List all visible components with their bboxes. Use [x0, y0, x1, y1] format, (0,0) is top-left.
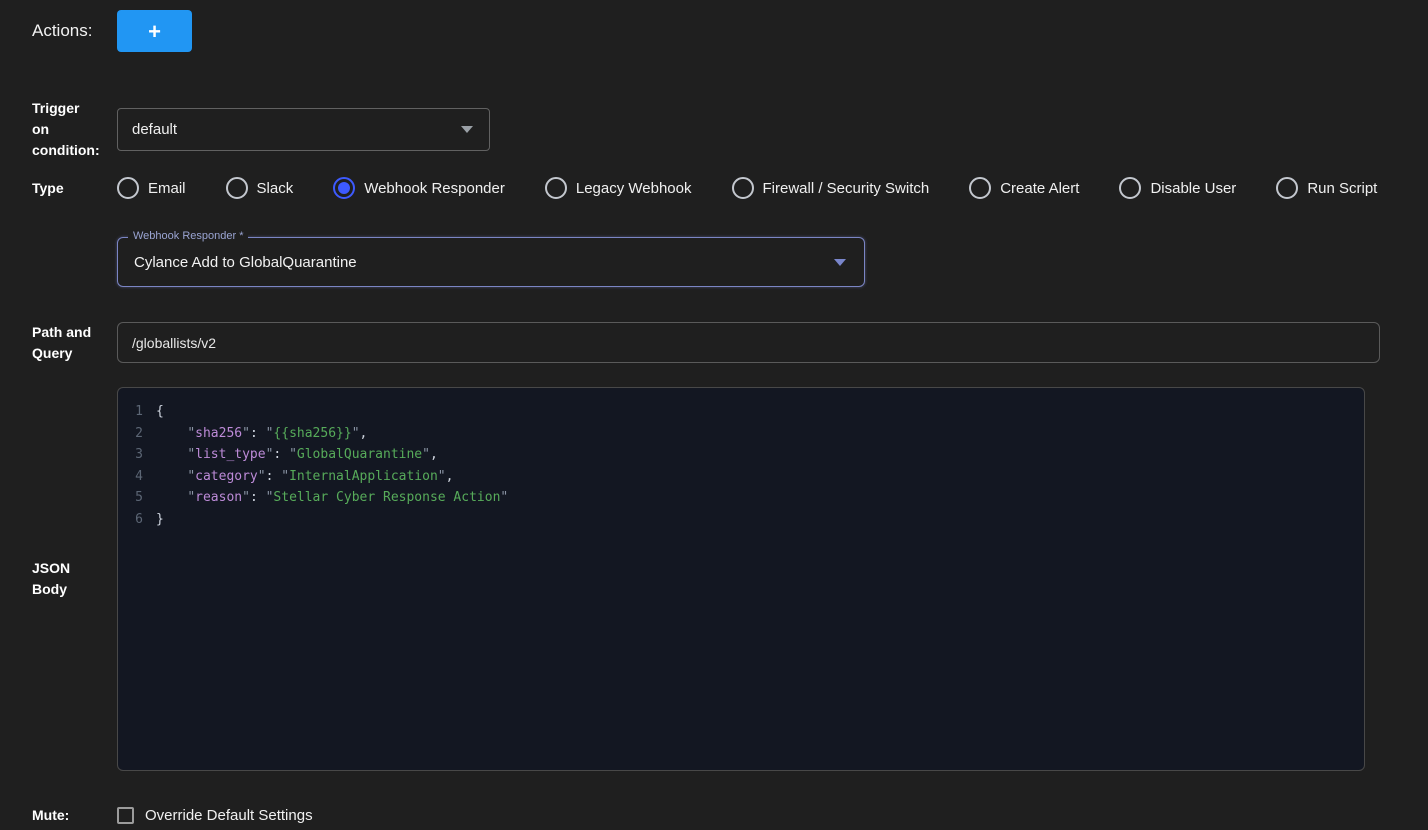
- radio-unselected-icon[interactable]: [117, 177, 139, 199]
- type-option-firewall-security-switch[interactable]: Firewall / Security Switch: [732, 177, 930, 199]
- webhook-responder-select-label: Webhook Responder *: [128, 230, 248, 242]
- chevron-down-icon: [834, 259, 846, 266]
- type-option-label: Create Alert: [1000, 180, 1079, 197]
- webhook-responder-value: Cylance Add to GlobalQuarantine: [134, 254, 357, 271]
- type-option-label: Email: [148, 180, 186, 197]
- mute-label-col: Mute:: [32, 805, 117, 826]
- mute-row: Mute: Override Default Settings: [32, 803, 1412, 827]
- type-option-legacy-webhook[interactable]: Legacy Webhook: [545, 177, 692, 199]
- type-label: Type: [32, 178, 100, 199]
- webhook-responder-select[interactable]: Webhook Responder * Cylance Add to Globa…: [117, 237, 865, 287]
- trigger-label-col: Trigger on condition:: [32, 98, 117, 161]
- code-text: }: [156, 509, 164, 531]
- json-body-editor[interactable]: 1{2 "sha256": "{{sha256}}",3 "list_type"…: [117, 387, 1365, 771]
- override-default-settings-checkbox[interactable]: [117, 807, 134, 824]
- code-line: 5 "reason": "Stellar Cyber Response Acti…: [118, 487, 1364, 509]
- code-line: 3 "list_type": "GlobalQuarantine",: [118, 444, 1364, 466]
- path-query-row: Path and Query: [32, 321, 1412, 364]
- type-option-webhook-responder[interactable]: Webhook Responder: [333, 177, 505, 199]
- type-row: Type Email Slack Webhook Responder Legacy W…: [32, 175, 1412, 201]
- type-option-label: Webhook Responder: [364, 180, 505, 197]
- code-line: 4 "category": "InternalApplication",: [118, 466, 1364, 488]
- type-option-run-script[interactable]: Run Script: [1276, 177, 1377, 199]
- radio-dot: [122, 182, 134, 194]
- line-number: 3: [118, 444, 156, 466]
- line-number: 5: [118, 487, 156, 509]
- trigger-condition-select[interactable]: default: [117, 108, 490, 151]
- code-text: {: [156, 401, 164, 423]
- radio-selected-icon[interactable]: [333, 177, 355, 199]
- actions-row: Actions: +: [32, 10, 1412, 52]
- json-body-label: JSON Body: [32, 558, 100, 600]
- mute-label: Mute:: [32, 805, 100, 826]
- radio-unselected-icon[interactable]: [1276, 177, 1298, 199]
- radio-dot: [550, 182, 562, 194]
- action-config-form: Actions: + Trigger on condition: default…: [0, 0, 1428, 830]
- code-text: "category": "InternalApplication",: [156, 466, 453, 488]
- type-option-label: Disable User: [1150, 180, 1236, 197]
- type-label-col: Type: [32, 178, 117, 199]
- type-option-slack[interactable]: Slack: [226, 177, 294, 199]
- path-query-input[interactable]: [117, 322, 1380, 363]
- override-default-settings-label: Override Default Settings: [145, 807, 313, 824]
- radio-unselected-icon[interactable]: [732, 177, 754, 199]
- radio-dot: [974, 182, 986, 194]
- line-number: 1: [118, 401, 156, 423]
- radio-unselected-icon[interactable]: [1119, 177, 1141, 199]
- radio-dot: [1124, 182, 1136, 194]
- type-option-email[interactable]: Email: [117, 177, 186, 199]
- radio-unselected-icon[interactable]: [226, 177, 248, 199]
- code-text: "reason": "Stellar Cyber Response Action…: [156, 487, 508, 509]
- type-option-disable-user[interactable]: Disable User: [1119, 177, 1236, 199]
- type-option-label: Slack: [257, 180, 294, 197]
- code-line: 1{: [118, 401, 1364, 423]
- type-option-label: Run Script: [1307, 180, 1377, 197]
- type-option-label: Legacy Webhook: [576, 180, 692, 197]
- trigger-condition-label: Trigger on condition:: [32, 98, 100, 161]
- code-line: 6}: [118, 509, 1364, 531]
- trigger-condition-row: Trigger on condition: default: [32, 98, 1412, 161]
- json-body-row: JSON Body 1{2 "sha256": "{{sha256}}",3 "…: [32, 387, 1412, 771]
- code-text: "list_type": "GlobalQuarantine",: [156, 444, 438, 466]
- type-options: Email Slack Webhook Responder Legacy Webhoo…: [117, 177, 1377, 199]
- trigger-condition-value: default: [132, 121, 177, 138]
- path-query-label: Path and Query: [32, 322, 100, 364]
- radio-unselected-icon[interactable]: [969, 177, 991, 199]
- actions-label: Actions:: [32, 21, 92, 40]
- actions-label-col: Actions:: [32, 21, 117, 41]
- type-option-label: Firewall / Security Switch: [763, 180, 930, 197]
- chevron-down-icon: [461, 126, 473, 133]
- radio-dot: [1281, 182, 1293, 194]
- type-option-create-alert[interactable]: Create Alert: [969, 177, 1079, 199]
- add-action-button[interactable]: +: [117, 10, 192, 52]
- code-text: "sha256": "{{sha256}}",: [156, 423, 367, 445]
- line-number: 4: [118, 466, 156, 488]
- code-line: 2 "sha256": "{{sha256}}",: [118, 423, 1364, 445]
- override-default-settings-option[interactable]: Override Default Settings: [117, 807, 313, 824]
- radio-dot: [737, 182, 749, 194]
- json-body-label-col: JSON Body: [32, 558, 117, 600]
- radio-dot: [231, 182, 243, 194]
- radio-unselected-icon[interactable]: [545, 177, 567, 199]
- webhook-responder-row: Webhook Responder * Cylance Add to Globa…: [32, 237, 1412, 287]
- radio-dot: [338, 182, 350, 194]
- line-number: 2: [118, 423, 156, 445]
- line-number: 6: [118, 509, 156, 531]
- path-query-label-col: Path and Query: [32, 322, 117, 364]
